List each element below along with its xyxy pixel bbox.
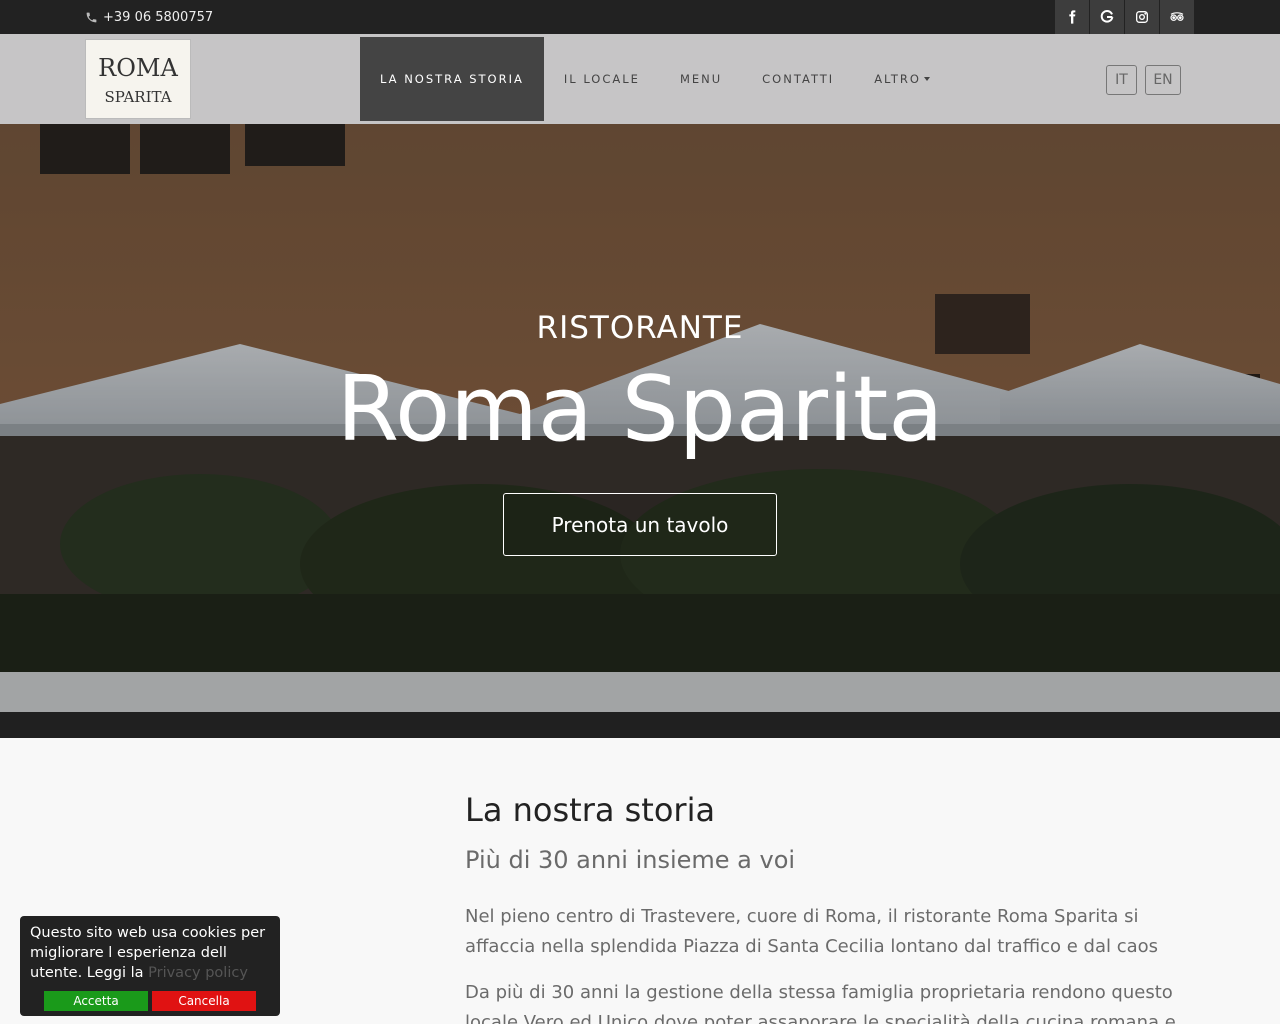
tripadvisor-icon: [1170, 12, 1184, 21]
instagram-icon: [1136, 11, 1148, 23]
instagram-button[interactable]: [1124, 0, 1159, 34]
cancel-cookies-button[interactable]: Cancella: [152, 991, 256, 1011]
hero-subtitle: RISTORANTE: [536, 310, 744, 346]
phone-number: +39 06 5800757: [103, 9, 214, 25]
facebook-button[interactable]: [1054, 0, 1089, 34]
caret-down-icon: [923, 77, 930, 81]
lang-it-button[interactable]: IT: [1106, 65, 1137, 95]
nav-item-menu[interactable]: MENU: [660, 37, 742, 121]
nav-label: MENU: [679, 72, 723, 86]
logo[interactable]: ROMA SPARITA: [85, 39, 191, 119]
story-subtitle: Più di 30 anni insieme a voi: [465, 846, 796, 874]
nav-label: IL LOCALE: [563, 72, 640, 86]
lang-en-button[interactable]: EN: [1145, 65, 1181, 95]
top-bar: +39 06 5800757: [0, 0, 1280, 34]
nav-item-la-nostra-storia[interactable]: LA NOSTRA STORIA: [360, 37, 544, 121]
roma-sparita-logo: ROMA SPARITA: [98, 54, 178, 106]
story-paragraph-1: Nel pieno centro di Trastevere, cuore di…: [465, 906, 1159, 957]
nav-item-il-locale[interactable]: IL LOCALE: [544, 37, 660, 121]
nav-label: ALTRO: [874, 72, 921, 86]
book-table-button[interactable]: Prenota un tavolo: [503, 493, 777, 556]
google-button[interactable]: [1089, 0, 1124, 34]
language-switcher: IT EN: [1106, 65, 1181, 95]
social-links: [1054, 0, 1194, 34]
hero-title: Roma Sparita: [336, 357, 944, 462]
facebook-icon: [1069, 10, 1076, 24]
phone-icon: [86, 12, 97, 22]
logo-line-1: ROMA: [98, 54, 178, 82]
accept-cookies-button[interactable]: Accetta: [44, 991, 148, 1011]
nav-item-contatti[interactable]: CONTATTI: [742, 37, 854, 121]
nav-label: CONTATTI: [762, 72, 835, 86]
google-icon: [1100, 10, 1114, 23]
main-nav: LA NOSTRA STORIA IL LOCALE MENU CONTATTI…: [360, 37, 950, 121]
cookie-banner: Questo sito web usa cookies per migliora…: [20, 916, 280, 1016]
logo-line-2: SPARITA: [104, 88, 171, 106]
nav-label: LA NOSTRA STORIA: [380, 72, 524, 86]
hero-section: RISTORANTE Roma Sparita Prenota un tavol…: [0, 124, 1280, 738]
cookie-buttons: Accetta Cancella: [44, 991, 256, 1011]
nav-item-altro-dropdown[interactable]: ALTRO: [854, 37, 950, 121]
navbar: ROMA SPARITA LA NOSTRA STORIA IL LOCALE …: [0, 34, 1280, 124]
privacy-policy-link[interactable]: Privacy policy: [148, 965, 248, 981]
tripadvisor-button[interactable]: [1159, 0, 1194, 34]
phone-contact[interactable]: +39 06 5800757: [85, 0, 213, 34]
story-paragraph-2: Da più di 30 anni la gestione della stes…: [465, 982, 1176, 1024]
story-title: La nostra storia: [465, 791, 716, 829]
